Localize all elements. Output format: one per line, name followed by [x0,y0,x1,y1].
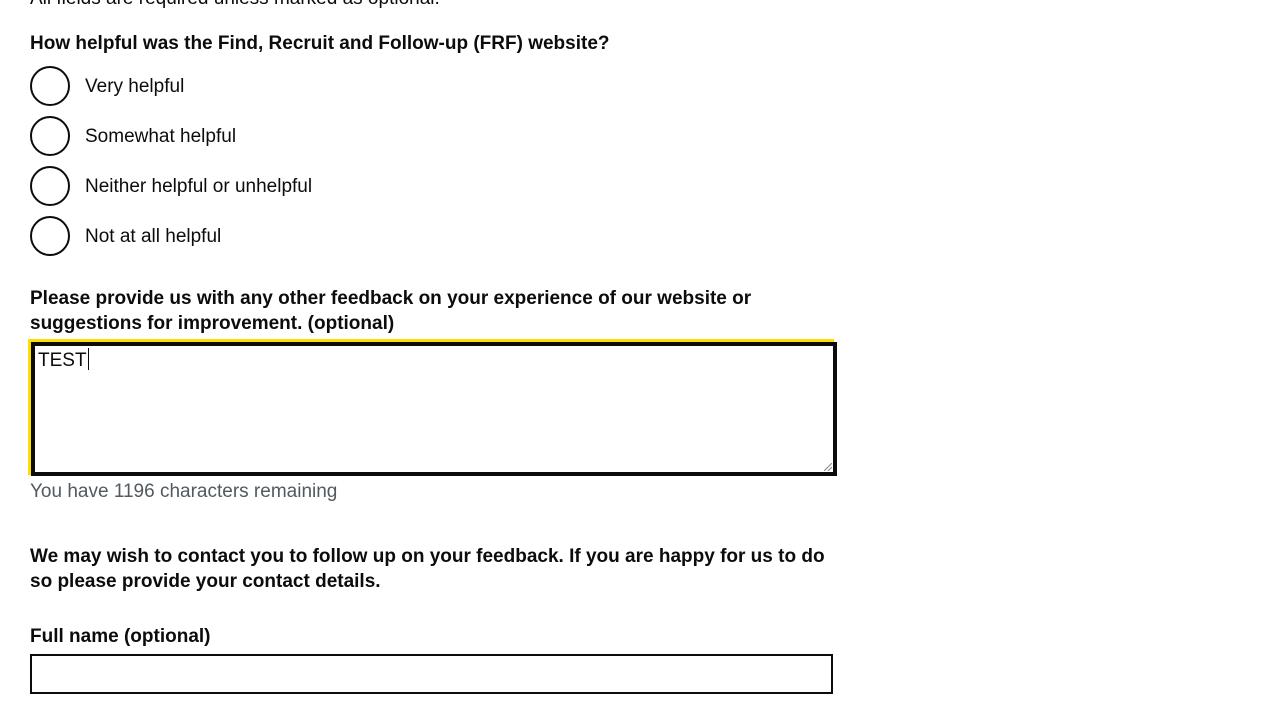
radio-circle-icon[interactable] [30,216,70,256]
radio-circle-icon[interactable] [30,166,70,206]
contact-prompt: We may wish to contact you to follow up … [30,546,825,592]
radio-label[interactable]: Very helpful [85,74,184,99]
radio-very-helpful[interactable]: Very helpful [30,66,312,106]
radio-label[interactable]: Somewhat helpful [85,124,236,149]
full-name-input[interactable] [30,654,833,694]
helpfulness-radio-group: Very helpful Somewhat helpful Neither he… [30,66,312,266]
feedback-text-value: TEST [38,350,87,371]
full-name-label: Full name (optional) [30,626,211,647]
characters-remaining-hint: You have 1196 characters remaining [30,481,338,502]
radio-somewhat-helpful[interactable]: Somewhat helpful [30,116,312,156]
resize-grip-icon[interactable] [824,463,832,471]
radio-label[interactable]: Neither helpful or unhelpful [85,174,312,199]
text-caret [87,348,89,370]
feedback-textarea[interactable]: TEST [31,342,837,476]
feedback-page: All fields are required unless marked as… [0,0,1280,720]
helpfulness-question: How helpful was the Find, Recruit and Fo… [30,33,610,54]
feedback-focus-ring: TEST [28,339,837,476]
radio-neither-helpful[interactable]: Neither helpful or unhelpful [30,166,312,206]
radio-not-helpful[interactable]: Not at all helpful [30,216,312,256]
radio-circle-icon[interactable] [30,116,70,156]
feedback-question: Please provide us with any other feedbac… [30,288,752,334]
radio-circle-icon[interactable] [30,66,70,106]
form-intro: All fields are required unless marked as… [30,0,440,11]
radio-label[interactable]: Not at all helpful [85,224,221,249]
